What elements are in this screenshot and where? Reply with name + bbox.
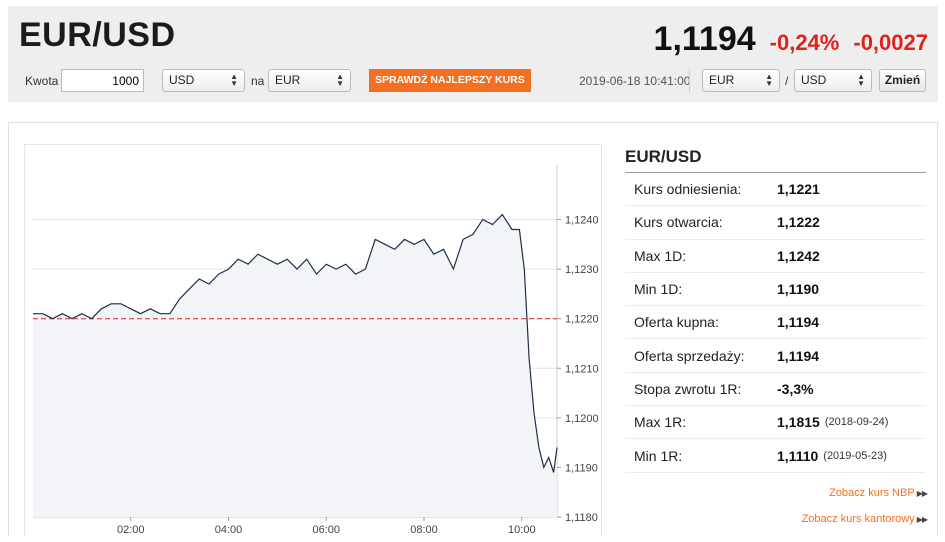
stat-row: Oferta sprzedaży: 1,1194 xyxy=(625,339,926,373)
stat-label: Kurs otwarcia: xyxy=(634,214,723,231)
pair-quote-select[interactable]: USD ▲ ▼ xyxy=(794,69,872,92)
stat-label: Stopa zwrotu 1R: xyxy=(634,380,742,397)
y-tick-label: 1,1190 xyxy=(565,462,598,474)
stat-label: Oferta kupna: xyxy=(634,314,719,331)
y-tick-label: 1,1240 xyxy=(565,215,599,227)
stat-row: Min 1D: 1,1190 xyxy=(625,273,926,307)
stat-date: (2018-09-24) xyxy=(824,416,889,429)
chart-svg: 1,1240 1,1230 1,1220 1,1210 1,1200 1,1190 1,11… xyxy=(33,165,599,536)
from-currency-select[interactable]: USD ▲ ▼ xyxy=(162,69,245,92)
x-tick-label: 10:00 xyxy=(508,524,536,536)
to-label: na xyxy=(251,74,265,88)
select-arrows-icon: ▲ ▼ xyxy=(336,72,344,88)
stat-label: Min 1D: xyxy=(634,281,683,298)
stat-row: Min 1R: 1,1110 (2019-05-23) xyxy=(625,439,926,473)
quote-header: EUR/USD 1,1194 -0,24% -0,0027 Kwota USD … xyxy=(8,6,938,102)
pair-separator: / xyxy=(785,74,789,88)
stat-value: 1,1194 xyxy=(777,347,820,364)
y-tick-label: 1,1220 xyxy=(565,314,599,326)
y-tick-label: 1,1200 xyxy=(565,413,599,425)
divider xyxy=(689,69,690,92)
amount-input[interactable] xyxy=(61,69,144,92)
stat-label: Oferta sprzedaży: xyxy=(634,347,745,364)
stat-value: 1,1815 xyxy=(777,414,820,431)
x-tick-label: 04:00 xyxy=(215,524,243,536)
pair-quote-value: USD xyxy=(801,73,827,87)
x-tick-label: 08:00 xyxy=(410,524,438,536)
stat-value: 1,1222 xyxy=(777,214,820,231)
change-absolute: -0,0027 xyxy=(853,30,928,55)
current-rate: 1,1194 xyxy=(653,20,756,58)
stat-value: 1,1110 xyxy=(777,447,819,464)
stat-date: (2019-05-23) xyxy=(823,449,887,462)
price-area xyxy=(33,214,557,517)
pair-base-select[interactable]: EUR ▲ ▼ xyxy=(702,69,780,92)
pair-base-value: EUR xyxy=(709,73,735,87)
stat-row: Max 1D: 1,1242 xyxy=(625,240,926,273)
exchange-office-rate-link-label: Zobacz kurs kantorowy xyxy=(801,513,915,525)
select-arrows-icon: ▲ ▼ xyxy=(857,72,865,88)
converter-bar: Kwota USD ▲▼ na EUR ▲▼ SPRAWDŹ NAJLEPSZY… xyxy=(8,69,938,97)
stat-row: Kurs otwarcia: 1,1222 xyxy=(625,206,926,240)
quote-datetime: 2019-06-18 10:41:00 xyxy=(579,74,691,88)
stats-table: EUR/USD Kurs odniesienia: 1,1221 Kurs otwa… xyxy=(625,145,926,473)
stat-value: 1,1190 xyxy=(777,281,820,298)
y-tick-label: 1,1210 xyxy=(565,363,599,375)
content-panel: 1,1240 1,1230 1,1220 1,1210 1,1200 1,1190 1,11… xyxy=(8,122,938,536)
stat-label: Max 1R: xyxy=(634,414,687,431)
stat-label: Max 1D: xyxy=(634,247,687,264)
double-arrow-icon: ▶▶ xyxy=(916,489,928,498)
select-arrows-icon: ▲ ▼ xyxy=(765,72,773,88)
x-tick-label: 02:00 xyxy=(117,524,145,536)
to-currency-value: EUR xyxy=(275,73,301,87)
y-tick-label: 1,1230 xyxy=(565,264,599,276)
stat-label: Min 1R: xyxy=(634,447,683,464)
stat-row: Kurs odniesienia: 1,1221 xyxy=(625,173,926,207)
quote-summary: 1,1194 -0,24% -0,0027 xyxy=(654,20,928,59)
stat-value: 1,1242 xyxy=(777,247,820,264)
x-tick-label: 06:00 xyxy=(313,524,341,536)
stats-title: EUR/USD xyxy=(625,145,926,173)
y-tick-label: 1,1180 xyxy=(565,512,598,524)
stat-row: Oferta kupna: 1,1194 xyxy=(625,306,926,340)
change-pair-button[interactable]: Zmień xyxy=(879,69,926,92)
stat-value: 1,1194 xyxy=(777,314,820,331)
select-arrows-icon: ▲ ▼ xyxy=(230,72,238,88)
intraday-chart: 1,1240 1,1230 1,1220 1,1210 1,1200 1,1190 1,11… xyxy=(24,144,602,536)
stat-row: Stopa zwrotu 1R: -3,3% xyxy=(625,373,926,407)
to-currency-select[interactable]: EUR ▲ ▼ xyxy=(268,69,351,92)
amount-label: Kwota xyxy=(25,74,59,88)
stat-value: 1,1221 xyxy=(777,181,820,198)
stat-value: -3,3% xyxy=(777,380,814,397)
nbp-rate-link-label: Zobacz kurs NBP xyxy=(829,487,915,499)
change-percent: -0,24% xyxy=(769,30,840,55)
stat-label: Kurs odniesienia: xyxy=(634,181,742,198)
page-title: EUR/USD xyxy=(19,16,176,54)
stat-row: Max 1R: 1,1815 (2018-09-24) xyxy=(625,406,926,440)
from-currency-value: USD xyxy=(169,73,195,87)
check-best-rate-button[interactable]: SPRAWDŹ NAJLEPSZY KURS xyxy=(369,69,531,92)
double-arrow-icon: ▶▶ xyxy=(916,515,928,524)
nbp-rate-link[interactable]: Zobacz kurs NBP ▶▶ xyxy=(829,487,928,499)
exchange-office-rate-link[interactable]: Zobacz kurs kantorowy ▶▶ xyxy=(801,513,928,525)
